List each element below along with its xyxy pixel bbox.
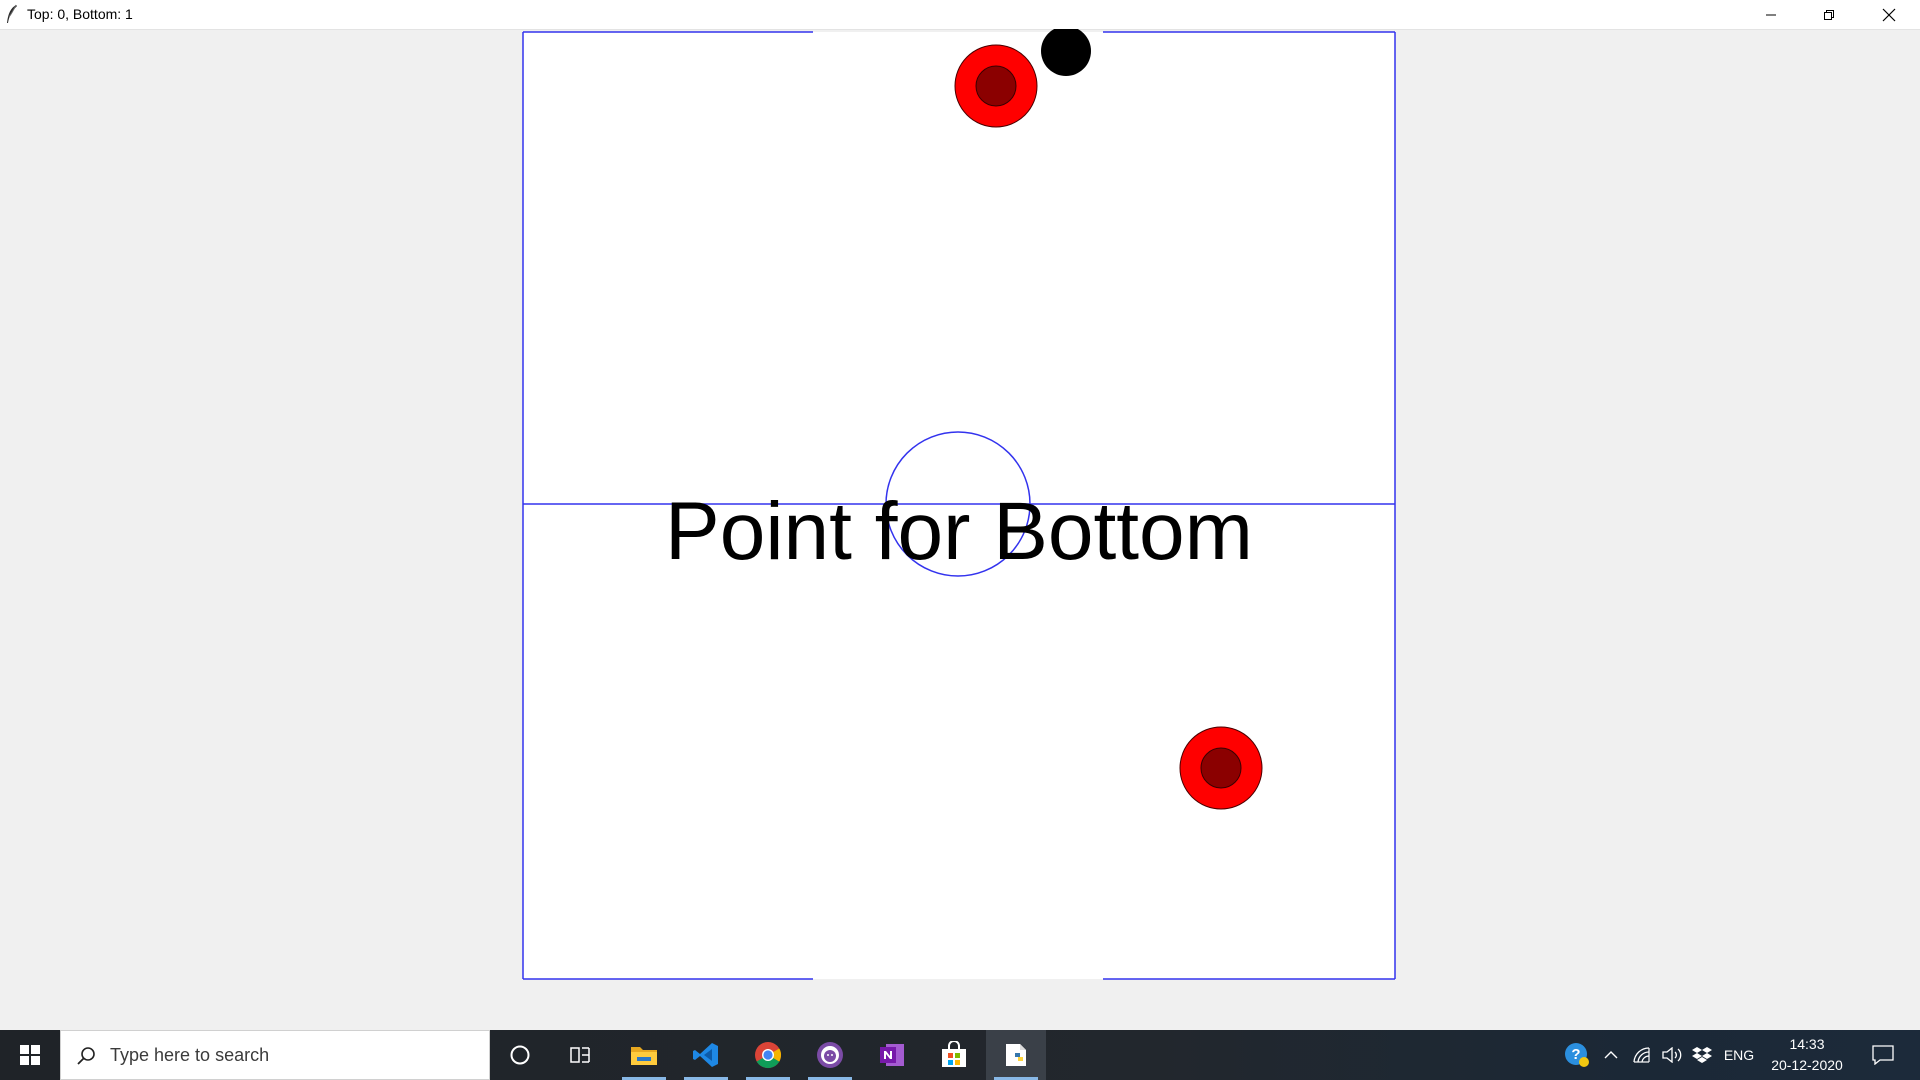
task-view-icon <box>570 1047 590 1063</box>
language-indicator[interactable]: ENG <box>1718 1030 1760 1080</box>
onenote-icon <box>880 1044 904 1066</box>
clock[interactable]: 14:33 20-12-2020 <box>1762 1034 1852 1076</box>
notification-center-button[interactable] <box>1858 1030 1908 1080</box>
file-explorer-button[interactable] <box>614 1030 674 1080</box>
file-explorer-icon <box>631 1047 657 1065</box>
github-desktop-button[interactable] <box>800 1030 860 1080</box>
taskbar-search-box[interactable]: Type here to search <box>60 1030 490 1080</box>
show-hidden-icons-chevron <box>1604 1051 1618 1059</box>
restore-button[interactable] <box>1800 0 1858 29</box>
task-view-button[interactable] <box>550 1030 610 1080</box>
help-tray-button[interactable]: ? <box>1560 1030 1594 1080</box>
dropbox-icon <box>1692 1047 1712 1063</box>
volume-button[interactable] <box>1658 1030 1686 1080</box>
top-paddle[interactable] <box>954 44 1038 128</box>
start-button[interactable] <box>0 1030 60 1080</box>
window-title: Top: 0, Bottom: 1 <box>27 6 133 22</box>
github-desktop-icon <box>817 1042 843 1068</box>
vscode-button[interactable] <box>676 1030 736 1080</box>
dropbox-button[interactable] <box>1688 1030 1716 1080</box>
cortana-button[interactable] <box>490 1030 550 1080</box>
search-icon <box>77 1047 95 1065</box>
clock-date: 20-12-2020 <box>1771 1057 1843 1073</box>
close-button[interactable] <box>1858 0 1920 29</box>
language-label: ENG <box>1723 1047 1755 1063</box>
windows-start-icon <box>20 1045 40 1065</box>
help-icon: ? <box>1565 1043 1589 1067</box>
python-app-icon <box>1006 1044 1026 1066</box>
window-title-bar[interactable]: Top: 0, Bottom: 1 <box>0 0 1920 30</box>
close-icon <box>1882 8 1896 21</box>
clock-time: 14:33 <box>1789 1036 1825 1052</box>
onenote-button[interactable] <box>862 1030 922 1080</box>
network-icon <box>1633 1047 1650 1063</box>
game-board-svg <box>522 29 1396 980</box>
field-background <box>523 32 1395 979</box>
cortana-icon <box>510 1045 530 1065</box>
network-button[interactable] <box>1628 1030 1656 1080</box>
show-hidden-icons-button[interactable] <box>1598 1030 1624 1080</box>
notification-icon <box>1872 1045 1894 1065</box>
volume-icon <box>1662 1047 1682 1063</box>
svg-text:?: ? <box>1571 1046 1580 1063</box>
chrome-button[interactable] <box>738 1030 798 1080</box>
store-icon <box>942 1041 966 1067</box>
chrome-icon <box>755 1042 782 1069</box>
minimize-icon <box>1766 14 1776 15</box>
taskbar: Type here to search ? ENG 14:33 20-12-20… <box>0 1030 1920 1080</box>
minimize-button[interactable] <box>1742 0 1800 29</box>
store-button[interactable] <box>924 1030 984 1080</box>
search-placeholder: Type here to search <box>110 1045 270 1065</box>
vscode-icon <box>693 1043 718 1067</box>
python-app-button[interactable] <box>986 1030 1046 1080</box>
feather-icon <box>7 4 17 23</box>
restore-icon <box>1824 9 1834 20</box>
bottom-paddle[interactable] <box>1179 726 1263 810</box>
game-canvas[interactable]: Point for Bottom <box>0 29 1920 1030</box>
